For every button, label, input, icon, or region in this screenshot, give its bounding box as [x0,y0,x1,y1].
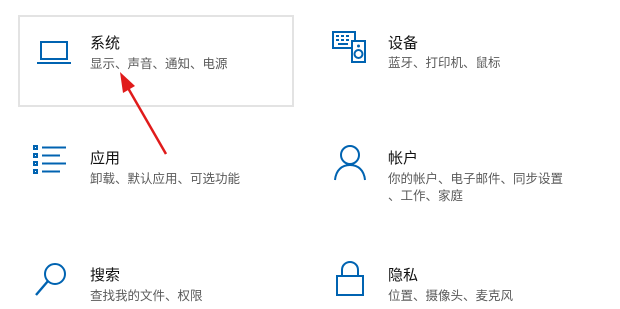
tile-description: 你的帐户、电子邮件、同步设置 [388,171,564,186]
tile-description: 蓝牙、打印机、鼠标 [388,55,501,70]
tile-title: 系统 [90,34,121,52]
keyboard-speaker-icon [330,27,370,67]
settings-tile-devices[interactable]: 设备 蓝牙、打印机、鼠标 [318,15,608,107]
laptop-icon [34,33,74,73]
tile-title: 帐户 [388,149,419,167]
tile-title: 隐私 [388,266,419,284]
settings-tile-apps[interactable]: 应用 卸载、默认应用、可选功能 [18,130,308,210]
settings-tile-accounts[interactable]: 帐户 你的帐户、电子邮件、同步设置 、工作、家庭 [318,130,608,220]
app-list-icon [30,142,70,182]
tile-description-line2: 、工作、家庭 [388,188,464,203]
magnifier-icon [32,259,72,299]
tile-description: 位置、摄像头、麦克风 [388,288,514,303]
lock-icon [330,258,370,298]
tile-title: 搜索 [90,266,121,284]
settings-tile-search[interactable]: 搜索 查找我的文件、权限 [18,245,308,309]
tile-title: 应用 [90,149,121,167]
tile-description: 查找我的文件、权限 [90,288,203,303]
person-icon [330,142,370,182]
tile-title: 设备 [388,34,419,52]
tile-description: 显示、声音、通知、电源 [90,56,228,71]
settings-tile-privacy[interactable]: 隐私 位置、摄像头、麦克风 [318,245,608,309]
settings-tile-system[interactable]: 系统 显示、声音、通知、电源 [18,15,294,107]
tile-description: 卸载、默认应用、可选功能 [90,171,241,186]
